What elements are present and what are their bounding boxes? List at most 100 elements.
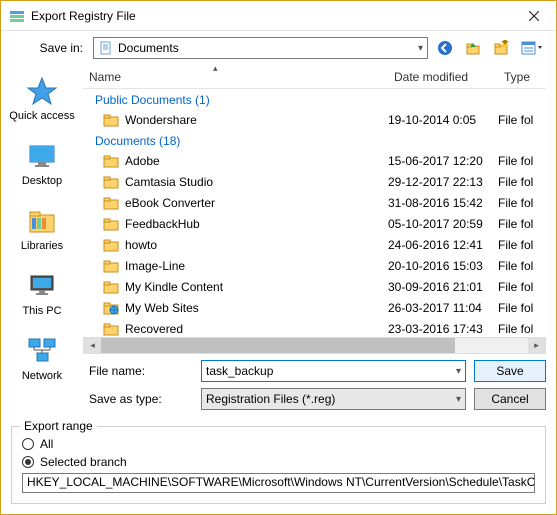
item-name: Recovered bbox=[125, 322, 183, 336]
item-name: My Web Sites bbox=[125, 301, 199, 315]
save-button[interactable]: Save bbox=[474, 360, 546, 382]
place-label: Desktop bbox=[22, 175, 62, 187]
list-item[interactable]: howto 24-06-2016 12:41File fol bbox=[83, 234, 546, 255]
place-label: Quick access bbox=[9, 110, 74, 122]
item-name: My Kindle Content bbox=[125, 280, 223, 294]
radio-all[interactable]: All bbox=[22, 437, 535, 451]
titlebar: Export Registry File bbox=[1, 1, 556, 31]
quick-access-icon bbox=[26, 75, 58, 107]
group-header[interactable]: Documents (18) bbox=[83, 130, 546, 150]
folder-icon bbox=[103, 217, 119, 231]
file-name-combo[interactable]: task_backup ▾ bbox=[201, 360, 466, 382]
item-type: File fol bbox=[498, 280, 546, 294]
header-date[interactable]: Date modified bbox=[388, 70, 498, 84]
item-type: File fol bbox=[498, 154, 546, 168]
list-item[interactable]: Image-Line 20-10-2016 15:03File fol bbox=[83, 255, 546, 276]
place-label: Libraries bbox=[21, 240, 63, 252]
regedit-icon bbox=[9, 8, 25, 24]
sort-indicator-icon: ▴ bbox=[213, 63, 218, 74]
place-label: This PC bbox=[22, 305, 61, 317]
scroll-left-button[interactable]: ◂ bbox=[84, 338, 101, 353]
item-date: 30-09-2016 21:01 bbox=[388, 280, 498, 294]
item-name: FeedbackHub bbox=[125, 217, 200, 231]
view-menu-button[interactable] bbox=[518, 37, 548, 59]
item-date: 15-06-2017 12:20 bbox=[388, 154, 498, 168]
save-as-type-label: Save as type: bbox=[83, 392, 193, 406]
folder-icon bbox=[103, 259, 119, 273]
export-range-group: Export range All Selected branch HKEY_LO… bbox=[11, 426, 546, 504]
item-type: File fol bbox=[498, 196, 546, 210]
item-type: File fol bbox=[498, 175, 546, 189]
item-type: File fol bbox=[498, 217, 546, 231]
file-name-value: task_backup bbox=[206, 364, 273, 378]
branch-path-value: HKEY_LOCAL_MACHINE\SOFTWARE\Microsoft\Wi… bbox=[27, 475, 535, 489]
place-libraries[interactable]: Libraries bbox=[7, 201, 77, 256]
radio-all-label: All bbox=[40, 437, 53, 451]
list-item[interactable]: Wondershare19-10-2014 0:05File fol bbox=[83, 109, 546, 130]
item-date: 19-10-2014 0:05 bbox=[388, 113, 498, 127]
item-date: 20-10-2016 15:03 bbox=[388, 259, 498, 273]
item-date: 24-06-2016 12:41 bbox=[388, 238, 498, 252]
header-name[interactable]: Name bbox=[83, 70, 388, 84]
list-item[interactable]: Camtasia Studio29-12-2017 22:13File fol bbox=[83, 171, 546, 192]
list-item[interactable]: My Web Sites26-03-2017 11:04File fol bbox=[83, 297, 546, 318]
item-name: howto bbox=[125, 238, 157, 252]
cancel-button[interactable]: Cancel bbox=[474, 388, 546, 410]
export-range-legend: Export range bbox=[20, 419, 97, 433]
item-name: Adobe bbox=[125, 154, 160, 168]
folder-icon bbox=[103, 280, 119, 294]
up-one-level-button[interactable] bbox=[462, 37, 484, 59]
radio-icon bbox=[22, 456, 34, 468]
places-bar: Quick accessDesktopLibrariesThis PCNetwo… bbox=[1, 65, 83, 354]
item-type: File fol bbox=[498, 322, 546, 336]
libraries-icon bbox=[26, 205, 58, 237]
horizontal-scrollbar[interactable]: ◂ ▸ bbox=[83, 337, 546, 354]
item-name: Image-Line bbox=[125, 259, 185, 273]
file-list[interactable]: Public Documents (1)Wondershare19-10-201… bbox=[83, 89, 546, 337]
list-item[interactable]: Recovered 23-03-2016 17:43File fol bbox=[83, 318, 546, 337]
toolbar: Save in: Documents ▾ ✦ bbox=[1, 31, 556, 65]
save-as-type-combo[interactable]: Registration Files (*.reg) ▾ bbox=[201, 388, 466, 410]
item-date: 23-03-2016 17:43 bbox=[388, 322, 498, 336]
item-type: File fol bbox=[498, 259, 546, 273]
list-item[interactable]: eBook Converter31-08-2016 15:42File fol bbox=[83, 192, 546, 213]
branch-path-field[interactable]: HKEY_LOCAL_MACHINE\SOFTWARE\Microsoft\Wi… bbox=[22, 473, 535, 493]
save-in-label: Save in: bbox=[9, 41, 89, 55]
chevron-down-icon: ▾ bbox=[456, 366, 461, 377]
file-name-label: File name: bbox=[83, 364, 193, 378]
export-registry-dialog: Export Registry File Save in: Documents … bbox=[0, 0, 557, 515]
list-item[interactable]: FeedbackHub 05-10-2017 20:59File fol bbox=[83, 213, 546, 234]
item-type: File fol bbox=[498, 113, 546, 127]
back-button[interactable] bbox=[434, 37, 456, 59]
close-button[interactable] bbox=[512, 1, 556, 31]
place-this-pc[interactable]: This PC bbox=[7, 266, 77, 321]
item-date: 29-12-2017 22:13 bbox=[388, 175, 498, 189]
folder-icon bbox=[103, 113, 119, 127]
save-in-combo[interactable]: Documents ▾ bbox=[93, 37, 428, 59]
scroll-track[interactable] bbox=[101, 338, 528, 353]
folder-icon bbox=[103, 175, 119, 189]
item-date: 31-08-2016 15:42 bbox=[388, 196, 498, 210]
dialog-body: Quick accessDesktopLibrariesThis PCNetwo… bbox=[1, 65, 556, 354]
place-desktop[interactable]: Desktop bbox=[7, 136, 77, 191]
save-in-value: Documents bbox=[118, 41, 179, 55]
item-date: 05-10-2017 20:59 bbox=[388, 217, 498, 231]
header-type[interactable]: Type bbox=[498, 70, 546, 84]
group-header[interactable]: Public Documents (1) bbox=[83, 89, 546, 109]
documents-icon bbox=[98, 40, 114, 56]
new-folder-button[interactable]: ✦ bbox=[490, 37, 512, 59]
folder-icon bbox=[103, 322, 119, 336]
item-type: File fol bbox=[498, 238, 546, 252]
save-as-type-value: Registration Files (*.reg) bbox=[206, 392, 335, 406]
radio-selected-label: Selected branch bbox=[40, 455, 127, 469]
list-item[interactable]: My Kindle Content 30-09-2016 21:01File fo… bbox=[83, 276, 546, 297]
bottom-panel: File name: task_backup ▾ Save Save as ty… bbox=[1, 354, 556, 422]
scroll-thumb[interactable] bbox=[101, 338, 455, 353]
list-item[interactable]: Adobe 15-06-2017 12:20File fol bbox=[83, 150, 546, 171]
column-header: Name ▴ Date modified Type bbox=[83, 65, 546, 89]
scroll-right-button[interactable]: ▸ bbox=[528, 338, 545, 353]
place-quick-access[interactable]: Quick access bbox=[7, 71, 77, 126]
item-type: File fol bbox=[498, 301, 546, 315]
radio-selected-branch[interactable]: Selected branch bbox=[22, 455, 535, 469]
file-pane: Name ▴ Date modified Type Public Documen… bbox=[83, 65, 556, 354]
